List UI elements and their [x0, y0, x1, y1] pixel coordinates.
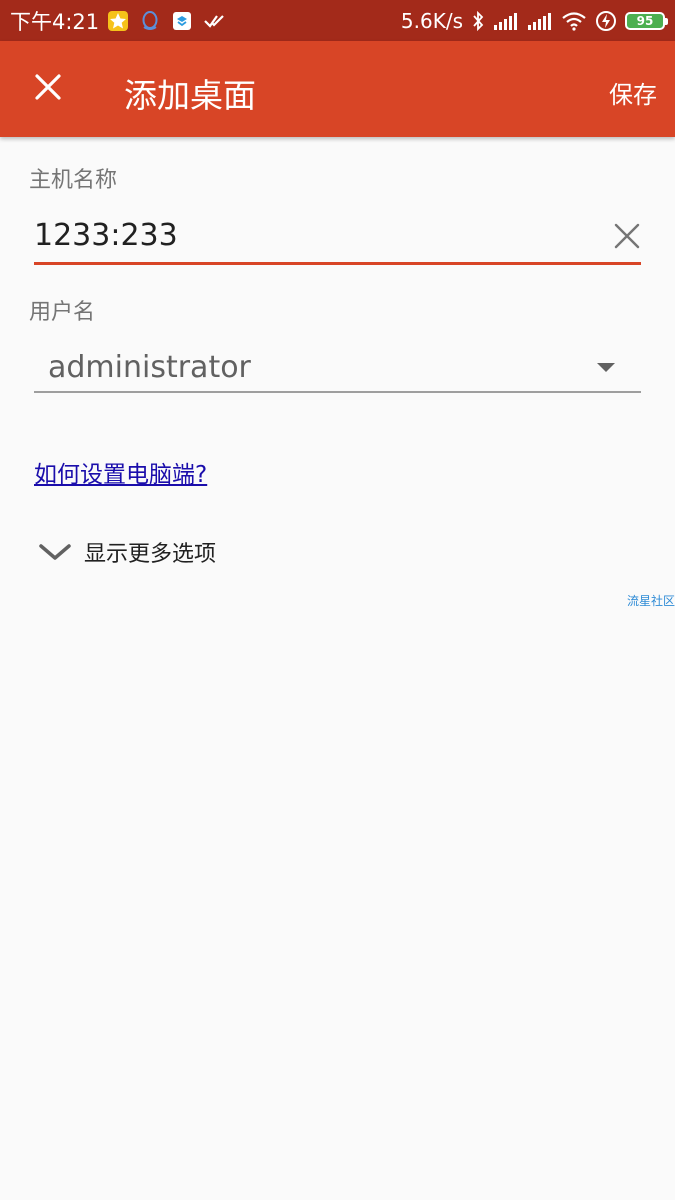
qq-icon — [142, 10, 158, 30]
page-title: 添加桌面 — [124, 76, 256, 115]
clear-icon[interactable] — [613, 222, 641, 250]
notification-star-icon — [108, 10, 129, 31]
more-options-label: 显示更多选项 — [84, 542, 217, 567]
signal-icon — [494, 12, 517, 30]
status-right: 5.6K/s 95 — [400, 8, 668, 33]
battery-level: 95 — [636, 13, 654, 28]
watermark: 流星社区 — [626, 594, 675, 608]
notification-icons — [107, 10, 225, 32]
username-dropdown[interactable]: administrator — [34, 345, 641, 393]
charging-icon — [596, 10, 616, 31]
more-options-toggle[interactable]: 显示更多选项 — [38, 535, 216, 569]
bluetooth-icon — [473, 10, 484, 31]
status-time: 下午4:21 — [10, 9, 100, 34]
check-icon — [204, 14, 224, 28]
username-value: administrator — [48, 350, 251, 385]
close-icon[interactable] — [26, 65, 70, 109]
host-label: 主机名称 — [29, 168, 118, 193]
app-bar: 添加桌面 保存 — [0, 41, 675, 137]
host-input[interactable]: 1233:233 — [34, 210, 641, 265]
wifi-icon — [562, 11, 586, 31]
chevron-down-icon — [39, 544, 71, 560]
host-input-value: 1233:233 — [34, 218, 178, 253]
help-link[interactable]: 如何设置电脑端? — [34, 455, 207, 489]
chevron-down-icon — [597, 363, 615, 372]
save-button[interactable]: 保存 — [609, 75, 657, 110]
signal-icon — [528, 12, 551, 30]
app-icon — [173, 11, 192, 30]
battery-icon: 95 — [625, 11, 668, 30]
network-speed: 5.6K/s — [400, 8, 463, 33]
username-label: 用户名 — [29, 300, 96, 325]
status-bar: 下午4:21 5.6K/s 95 — [0, 0, 675, 41]
